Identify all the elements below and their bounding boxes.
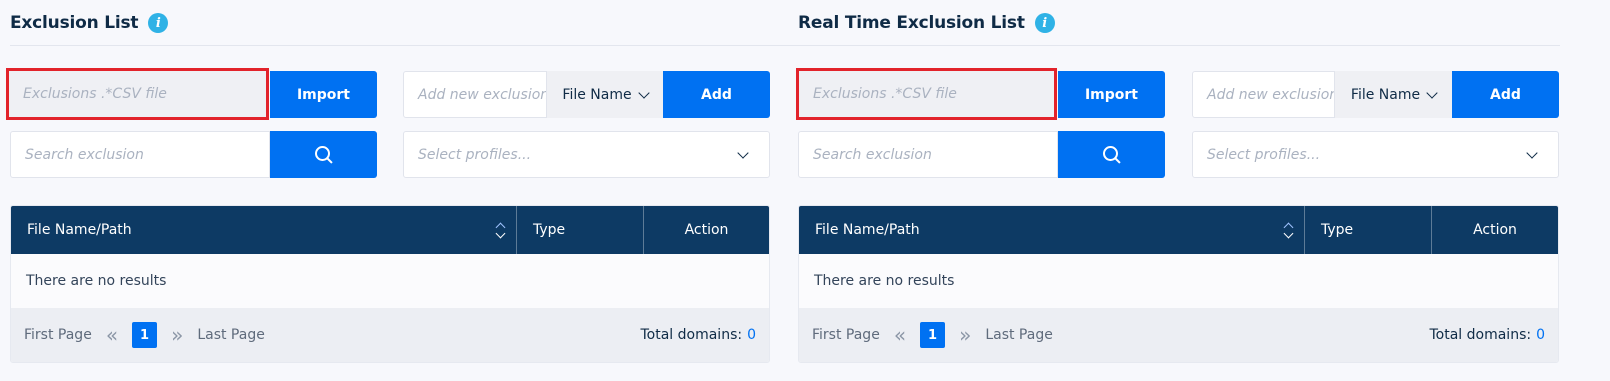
panel-title-row: Real Time Exclusion List i [798, 10, 1055, 36]
exclusion-type-select[interactable]: File Name [547, 71, 663, 118]
exclusion-table: File Name/Path Type Action There are no … [798, 205, 1559, 363]
current-page[interactable]: 1 [920, 322, 946, 348]
panel-title: Exclusion List [10, 13, 139, 33]
panel-title: Real Time Exclusion List [798, 13, 1025, 33]
new-exclusion-input[interactable]: Add new exclusion [1192, 71, 1335, 118]
double-chevron-left-icon[interactable]: « [106, 325, 118, 345]
current-page[interactable]: 1 [132, 322, 158, 348]
csv-file-input[interactable]: Exclusions .*CSV file [796, 68, 1057, 120]
profiles-placeholder: Select profiles... [418, 146, 532, 163]
column-file-name[interactable]: File Name/Path [799, 206, 1305, 254]
import-button[interactable]: Import [270, 71, 377, 118]
table-header: File Name/Path Type Action [11, 206, 769, 254]
profiles-select[interactable]: Select profiles... [403, 131, 770, 178]
first-page-link[interactable]: First Page [24, 327, 92, 343]
column-type: Type [517, 206, 644, 254]
exclusion-list-panel: Exclusion List i Exclusions .*CSV file I… [6, 0, 800, 381]
chevron-down-icon [1426, 86, 1438, 99]
pagination: First Page « 1 » Last Page Total domains… [799, 308, 1558, 362]
exclusion-type-select[interactable]: File Name [1335, 71, 1452, 118]
chevron-down-icon [1526, 146, 1538, 159]
profiles-select[interactable]: Select profiles... [1192, 131, 1559, 178]
chevron-down-icon [637, 86, 650, 99]
search-input[interactable]: Search exclusion [798, 131, 1058, 178]
column-action: Action [1473, 222, 1517, 238]
column-label: File Name/Path [815, 222, 920, 238]
last-page-link[interactable]: Last Page [985, 327, 1053, 343]
column-action: Action [684, 222, 729, 238]
exclusion-table: File Name/Path Type Action There are no … [10, 205, 770, 363]
search-button[interactable] [1058, 131, 1165, 178]
exclusion-type-value: File Name [1350, 86, 1421, 103]
search-placeholder: Search exclusion [813, 146, 932, 163]
last-page-link[interactable]: Last Page [197, 327, 265, 343]
total-domains-value: 0 [747, 327, 756, 343]
import-button[interactable]: Import [1058, 71, 1165, 118]
column-label: File Name/Path [27, 222, 132, 238]
column-file-name[interactable]: File Name/Path [11, 206, 517, 254]
empty-results: There are no results [11, 254, 769, 308]
add-button[interactable]: Add [1452, 71, 1559, 118]
new-exclusion-placeholder: Add new exclusion [1207, 86, 1335, 103]
csv-file-input[interactable]: Exclusions .*CSV file [6, 68, 269, 120]
search-icon [1102, 145, 1122, 165]
divider [10, 45, 800, 46]
add-button[interactable]: Add [663, 71, 770, 118]
total-domains-value: 0 [1536, 327, 1545, 343]
empty-results: There are no results [799, 254, 1558, 308]
double-chevron-right-icon[interactable]: » [959, 325, 971, 345]
chevron-down-icon [737, 146, 749, 159]
double-chevron-right-icon[interactable]: » [171, 325, 183, 345]
csv-file-placeholder: Exclusions .*CSV file [23, 86, 167, 102]
total-domains-label: Total domains: [640, 327, 743, 343]
exclusion-type-value: File Name [562, 86, 632, 103]
real-time-exclusion-list-panel: Real Time Exclusion List i Exclusions .*… [796, 0, 1588, 381]
info-icon[interactable]: i [1034, 13, 1055, 33]
search-placeholder: Search exclusion [25, 146, 144, 163]
sort-icon[interactable] [1283, 222, 1294, 238]
search-button[interactable] [270, 131, 377, 178]
new-exclusion-placeholder: Add new exclusion [418, 86, 547, 103]
new-exclusion-input[interactable]: Add new exclusion [403, 71, 547, 118]
search-icon [314, 145, 334, 165]
search-input[interactable]: Search exclusion [10, 131, 270, 178]
total-domains-label: Total domains: [1429, 327, 1532, 343]
column-type: Type [1305, 206, 1432, 254]
csv-file-placeholder: Exclusions .*CSV file [813, 86, 957, 102]
profiles-placeholder: Select profiles... [1207, 146, 1321, 163]
divider [798, 45, 1560, 46]
info-icon[interactable]: i [148, 13, 169, 33]
first-page-link[interactable]: First Page [812, 327, 880, 343]
table-header: File Name/Path Type Action [799, 206, 1558, 254]
sort-icon[interactable] [495, 222, 506, 238]
double-chevron-left-icon[interactable]: « [894, 325, 906, 345]
panel-title-row: Exclusion List i [10, 10, 169, 36]
pagination: First Page « 1 » Last Page Total domains… [11, 308, 769, 362]
